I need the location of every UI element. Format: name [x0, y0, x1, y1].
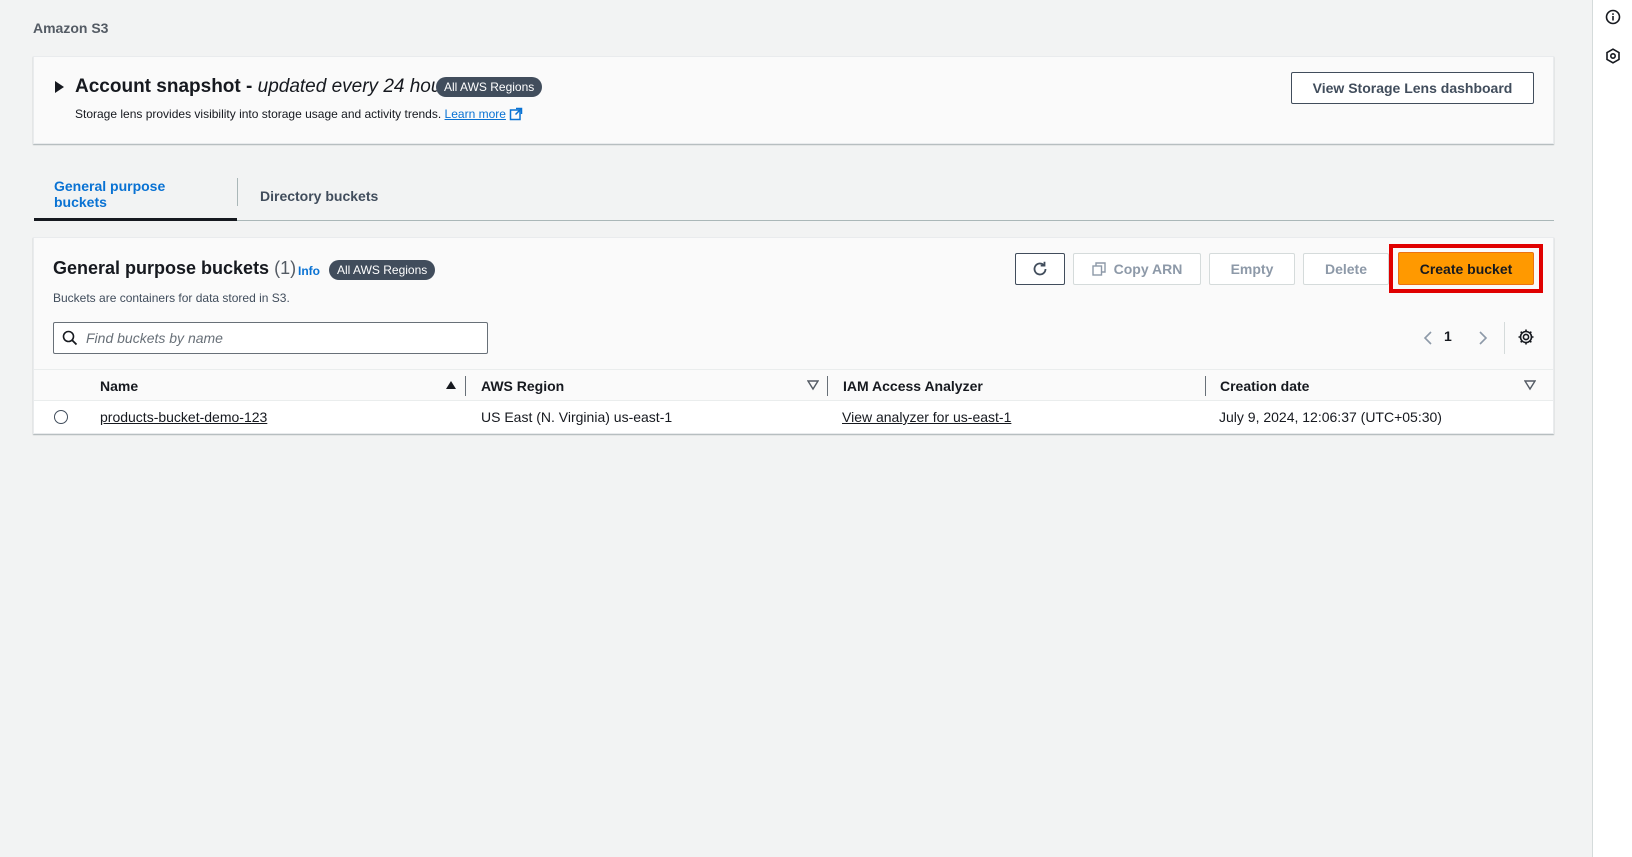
table-header: Name AWS Region IAM Access Analyzer Crea… — [34, 369, 1553, 401]
column-region[interactable]: AWS Region — [481, 370, 564, 401]
snapshot-title[interactable]: Account snapshot - updated every 24 hour… — [75, 76, 457, 98]
gear-icon[interactable] — [1517, 328, 1535, 346]
empty-button[interactable]: Empty — [1209, 253, 1295, 285]
page-number[interactable]: 1 — [1444, 328, 1452, 344]
pager-divider — [1504, 322, 1505, 354]
info-icon[interactable] — [1604, 8, 1622, 26]
panel-description: Buckets are containers for data stored i… — [53, 291, 290, 305]
snapshot-subtitle: updated every 24 hours — [257, 76, 458, 97]
panel-title: General purpose buckets (1) — [53, 258, 296, 279]
refresh-icon — [1033, 261, 1047, 276]
learn-more-label: Learn more — [444, 107, 506, 121]
bucket-search[interactable] — [53, 322, 488, 354]
sort-desc-icon[interactable] — [1524, 379, 1536, 391]
learn-more-link[interactable]: Learn more — [445, 107, 523, 121]
bucket-tabs: General purpose buckets Directory bucket… — [34, 170, 1554, 221]
settings-hex-icon[interactable] — [1604, 47, 1622, 65]
column-separator — [1205, 376, 1206, 396]
snapshot-title-text: Account snapshot - — [75, 76, 258, 97]
row-select-radio[interactable] — [54, 410, 68, 424]
tab-directory-buckets[interactable]: Directory buckets — [240, 170, 398, 221]
table-row[interactable]: products-bucket-demo-123 US East (N. Vir… — [34, 401, 1553, 433]
sort-asc-icon[interactable] — [445, 379, 457, 391]
snapshot-description-text: Storage lens provides visibility into st… — [75, 107, 442, 121]
copy-arn-label: Copy ARN — [1113, 261, 1183, 277]
regions-badge: All AWS Regions — [436, 77, 543, 97]
chevron-left-icon[interactable] — [1421, 330, 1435, 346]
panel-title-text: General purpose buckets — [53, 258, 270, 278]
breadcrumb[interactable]: Amazon S3 — [33, 20, 108, 36]
general-purpose-buckets-panel: General purpose buckets (1) Info All AWS… — [33, 237, 1554, 434]
buckets-table: Name AWS Region IAM Access Analyzer Crea… — [34, 369, 1553, 433]
tab-general-purpose-buckets[interactable]: General purpose buckets — [34, 170, 237, 221]
bucket-region: US East (N. Virginia) us-east-1 — [481, 409, 673, 425]
view-storage-lens-button[interactable]: View Storage Lens dashboard — [1291, 72, 1534, 104]
tab-divider — [237, 178, 238, 206]
sort-desc-icon[interactable] — [807, 379, 819, 391]
copy-arn-button[interactable]: Copy ARN — [1073, 253, 1201, 285]
search-icon — [62, 330, 78, 346]
bucket-name-link[interactable]: products-bucket-demo-123 — [100, 401, 267, 433]
copy-icon — [1091, 262, 1106, 276]
bucket-creation-date: July 9, 2024, 12:06:37 (UTC+05:30) — [1219, 409, 1442, 425]
column-creation-date[interactable]: Creation date — [1220, 370, 1309, 401]
column-separator — [827, 376, 828, 396]
column-separator — [465, 376, 466, 396]
search-input[interactable] — [86, 330, 476, 346]
delete-button[interactable]: Delete — [1303, 253, 1389, 285]
column-iam-analyzer[interactable]: IAM Access Analyzer — [843, 370, 983, 401]
refresh-button[interactable] — [1015, 253, 1065, 285]
expand-caret-icon[interactable] — [55, 81, 64, 93]
snapshot-description: Storage lens provides visibility into st… — [75, 107, 523, 121]
chevron-right-icon[interactable] — [1476, 330, 1490, 346]
regions-badge: All AWS Regions — [329, 260, 436, 280]
view-analyzer-link[interactable]: View analyzer for us-east-1 — [842, 401, 1011, 433]
bucket-count: (1) — [274, 258, 297, 278]
account-snapshot-panel: Account snapshot - updated every 24 hour… — [33, 56, 1554, 144]
right-utility-rail — [1592, 0, 1632, 857]
info-link[interactable]: Info — [298, 264, 320, 278]
external-link-icon — [509, 107, 523, 121]
column-name[interactable]: Name — [100, 370, 138, 401]
create-bucket-button[interactable]: Create bucket — [1398, 252, 1534, 285]
